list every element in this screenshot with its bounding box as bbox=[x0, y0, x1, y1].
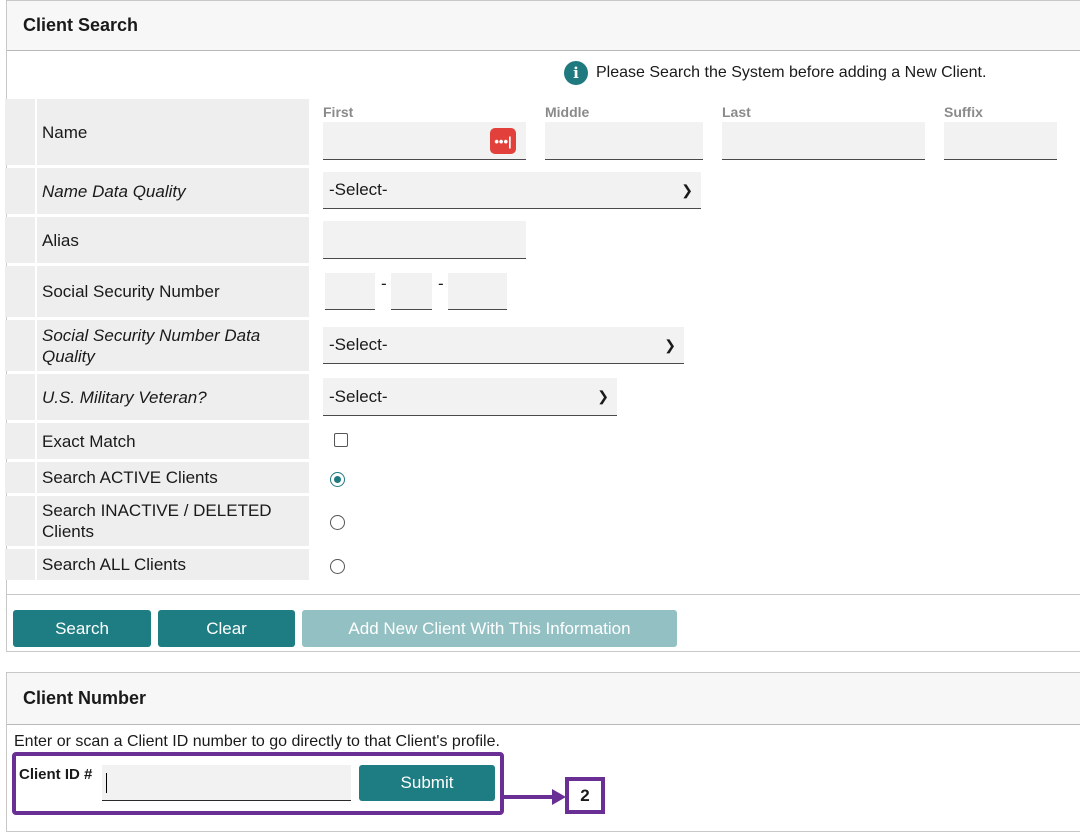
callout-arrow-icon bbox=[504, 789, 566, 805]
callout-number-badge: 2 bbox=[565, 777, 605, 814]
